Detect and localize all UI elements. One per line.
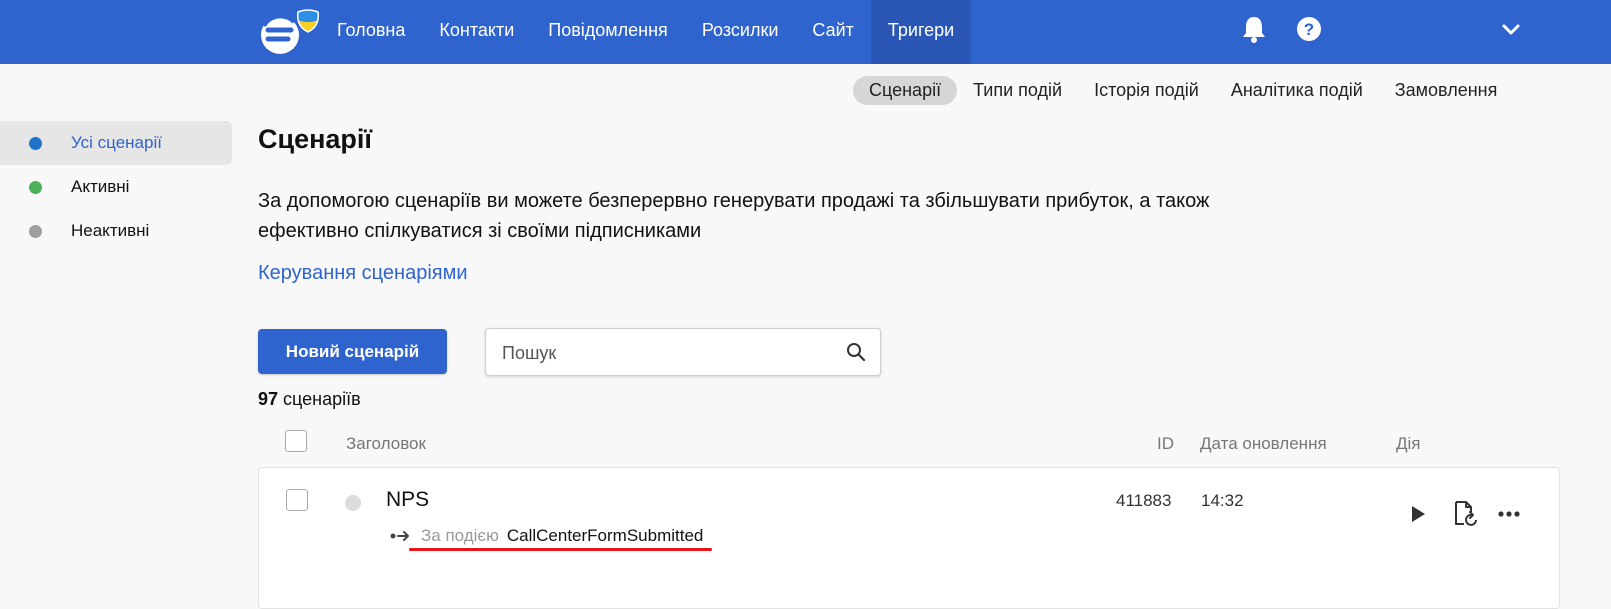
search-input[interactable] (500, 329, 834, 377)
column-title[interactable]: Заголовок (346, 434, 426, 454)
table-row[interactable]: NPS За подією CallCenterFormSubmitted 41… (258, 467, 1560, 609)
count-label: сценаріїв (283, 389, 361, 409)
column-action: Дія (1396, 434, 1421, 453)
status-dot (345, 495, 361, 511)
page-description: За допомогою сценаріїв ви можете безпере… (258, 190, 1210, 242)
nav-site[interactable]: Сайт (795, 0, 871, 64)
nav-messages[interactable]: Повідомлення (531, 0, 685, 64)
new-scenario-button[interactable]: Новий сценарій (258, 329, 447, 374)
page-title: Сценарії (258, 124, 373, 154)
trigger-label: За подією (421, 526, 499, 545)
main-nav: Головна Контакти Повідомлення Розсилки С… (320, 0, 972, 64)
trigger-event[interactable]: CallCenterFormSubmitted (507, 526, 704, 546)
column-id[interactable]: ID (1157, 434, 1174, 454)
search-icon[interactable] (846, 342, 866, 362)
nav-campaigns[interactable]: Розсилки (685, 0, 796, 64)
column-date[interactable]: Дата оновлення (1200, 434, 1327, 454)
nav-home[interactable]: Головна (320, 0, 422, 64)
tab-orders[interactable]: Замовлення (1379, 76, 1514, 105)
row-checkbox[interactable] (286, 489, 308, 511)
tab-event-history[interactable]: Історія подій (1078, 76, 1215, 105)
trigger-info: За подією CallCenterFormSubmitted (389, 526, 703, 546)
scenario-count: 97 сценаріїв (258, 389, 361, 410)
tab-event-analytics[interactable]: Аналітика подій (1215, 76, 1379, 105)
chevron-down-icon[interactable] (1500, 20, 1522, 40)
sidebar: Усі сценарії Активні Неактивні (0, 121, 232, 253)
play-icon[interactable] (1405, 499, 1431, 529)
sidebar-item-label: Неактивні (71, 221, 150, 240)
status-dot (29, 224, 42, 238)
count-value: 97 (258, 389, 279, 409)
sidebar-item-label: Активні (71, 177, 130, 196)
bell-icon[interactable] (1240, 14, 1268, 44)
logo-icon[interactable] (258, 8, 322, 54)
highlight-underline (409, 548, 712, 551)
svg-text:?: ? (1304, 20, 1314, 39)
scenario-updated-date: 14:32 (1201, 491, 1244, 510)
sidebar-item-inactive[interactable]: Неактивні (0, 209, 232, 253)
more-icon[interactable] (1496, 499, 1522, 529)
sidebar-item-all[interactable]: Усі сценарії (0, 121, 232, 165)
file-refresh-icon[interactable] (1452, 499, 1478, 529)
tab-scenarios[interactable]: Сценарії (853, 76, 958, 105)
tab-event-types[interactable]: Типи подій (957, 76, 1078, 105)
status-dot (29, 136, 42, 150)
manage-scenarios-link[interactable]: Керування сценаріями (258, 262, 468, 285)
nav-triggers[interactable]: Тригери (870, 0, 972, 64)
select-all-checkbox[interactable] (285, 430, 307, 452)
help-icon[interactable]: ? (1295, 14, 1323, 44)
sub-nav: Сценарії Типи подій Історія подій Аналіт… (853, 76, 1513, 105)
status-dot (29, 180, 42, 194)
top-navbar: Головна Контакти Повідомлення Розсилки С… (0, 0, 1611, 64)
event-arrow-icon (390, 531, 409, 541)
scenario-title[interactable]: NPS (386, 488, 429, 512)
sidebar-item-label: Усі сценарії (71, 133, 162, 152)
table-header: Заголовок ID Дата оновлення Дія (258, 426, 1558, 462)
scenario-id: 411883 (1116, 491, 1172, 510)
search-box (485, 328, 881, 377)
sidebar-item-active[interactable]: Активні (0, 165, 232, 209)
nav-contacts[interactable]: Контакти (422, 0, 531, 64)
